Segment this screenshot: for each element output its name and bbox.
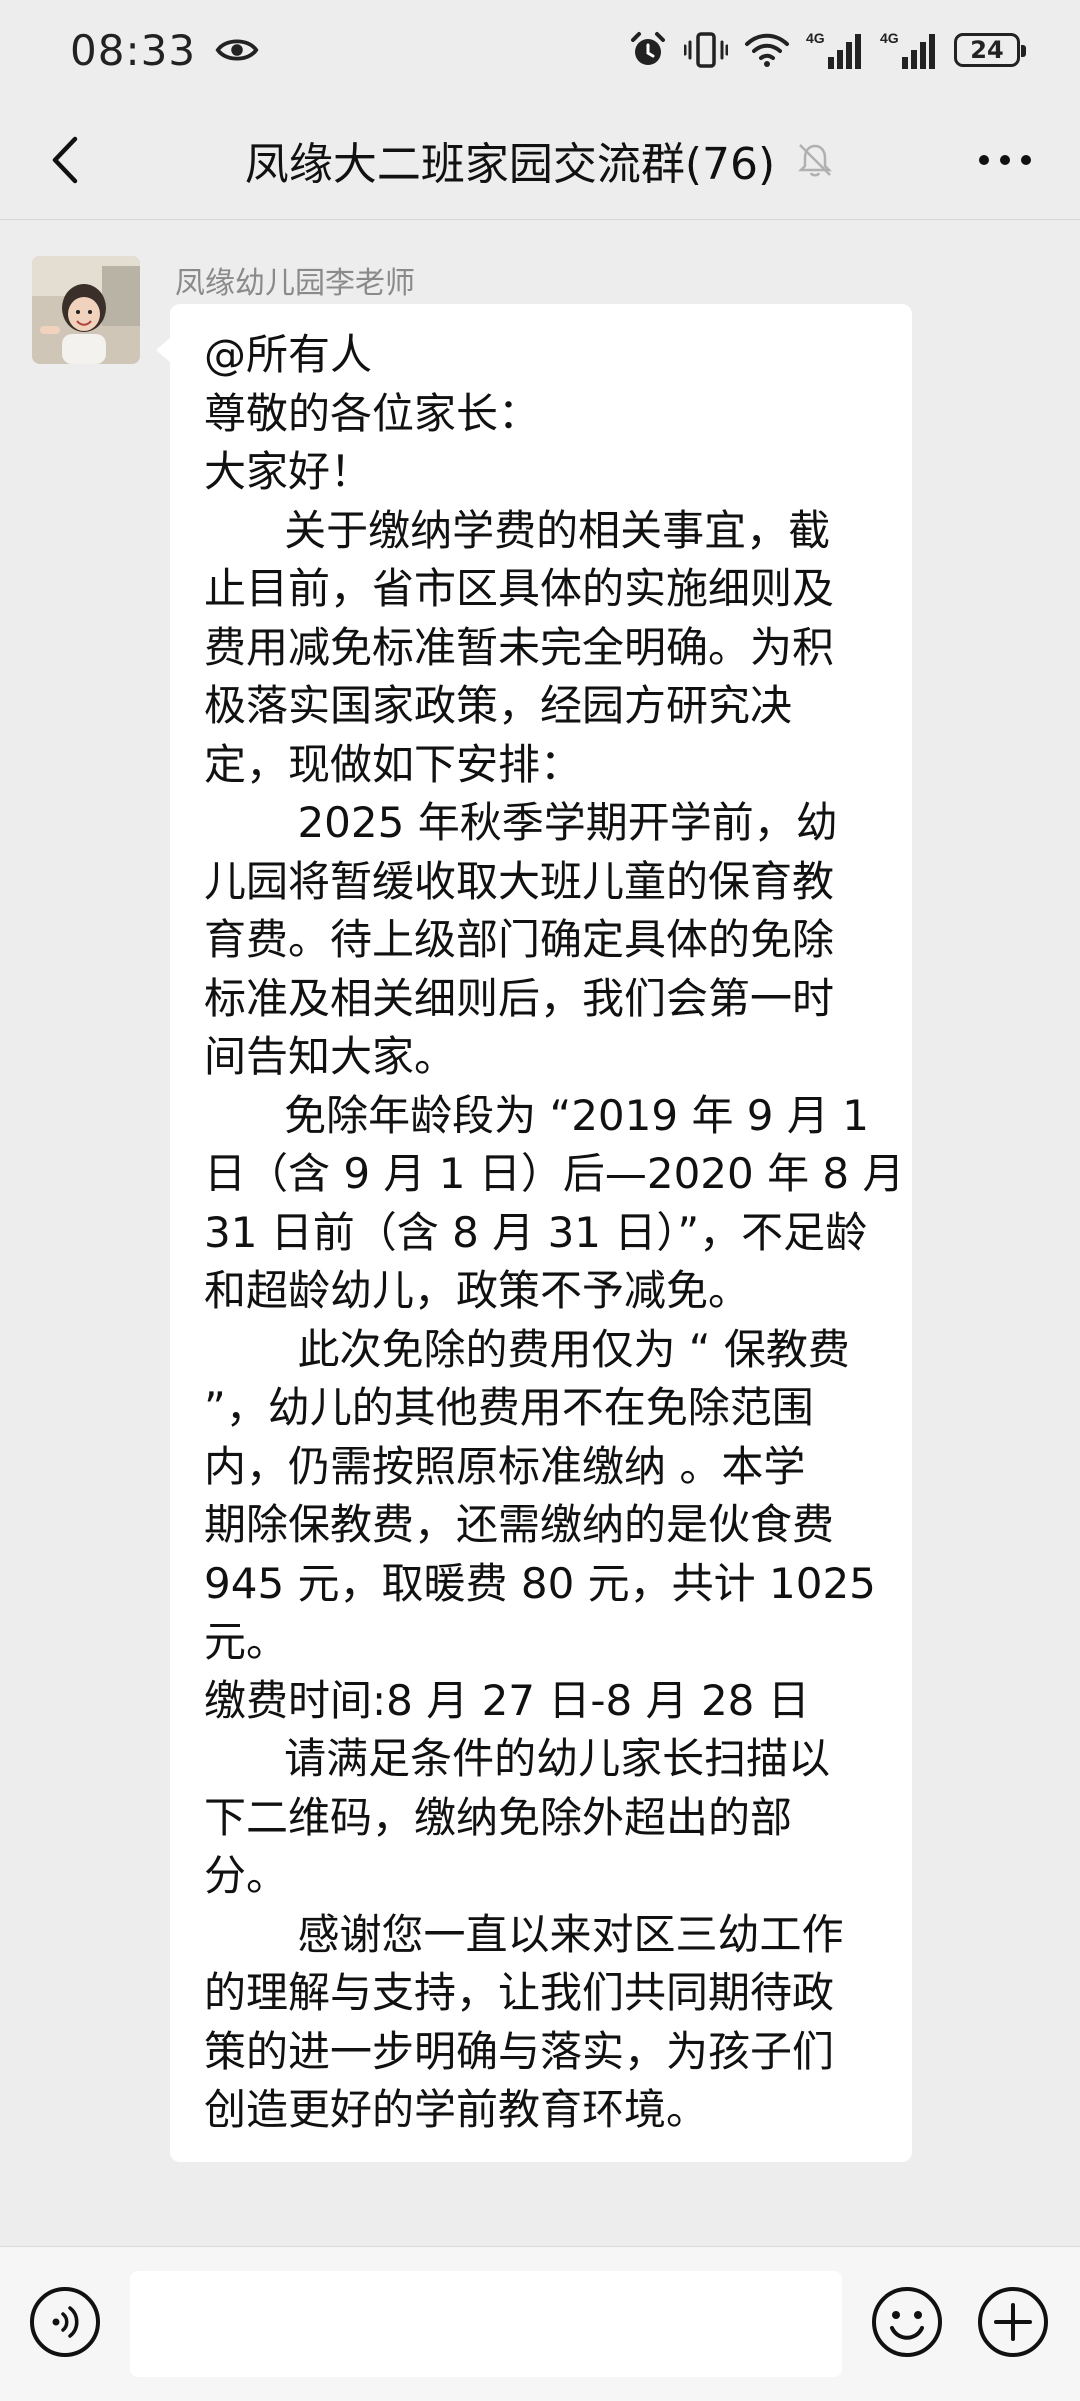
message-line: 感谢您一直以来对区三幼工作 bbox=[204, 1909, 844, 1959]
message-line: @所有人 bbox=[204, 330, 373, 379]
message-line: 下二维码，缴纳免除外超出的部 bbox=[204, 1792, 793, 1842]
battery-level: 24 bbox=[970, 36, 1004, 64]
message-line: 此次免除的费用仅为 “ 保教费 bbox=[204, 1324, 850, 1374]
message-line: 极落实国家政策，经园方研究决 bbox=[204, 681, 793, 730]
message-line: 请满足条件的幼儿家长扫描以 bbox=[204, 1734, 831, 1783]
message-line: 止目前，省市区具体的实施细则及 bbox=[204, 564, 835, 613]
message-line: 策的进一步明确与落实，为孩子们 bbox=[204, 2026, 835, 2076]
smiley-icon bbox=[872, 2287, 942, 2357]
more-button[interactable] bbox=[970, 130, 1040, 190]
wifi-icon bbox=[745, 33, 789, 67]
message-line: 期除保教费，还需缴纳的是伙食费 bbox=[204, 1500, 835, 1549]
status-bar: 08:33 4G 4G 24 bbox=[0, 0, 1080, 100]
message-line: 定，现做如下安排： bbox=[204, 739, 583, 789]
emoji-button[interactable] bbox=[870, 2285, 944, 2359]
message-line: 免除年龄段为 “2019 年 9 月 1 bbox=[204, 1090, 869, 1140]
message-line: 31 日前（含 8 月 31 日）”，不足龄 bbox=[204, 1207, 868, 1257]
voice-icon bbox=[30, 2287, 100, 2357]
message-line: ”，幼儿的其他费用不在免除范围 bbox=[204, 1383, 814, 1432]
message-line: 标准及相关细则后，我们会第一时 bbox=[204, 973, 835, 1023]
message-line: 间告知大家。 bbox=[204, 1032, 457, 1081]
message-line: 关于缴纳学费的相关事宜，截 bbox=[204, 505, 831, 555]
message-line: 945 元，取暖费 80 元，共计 1025 bbox=[204, 1558, 876, 1608]
header-divider bbox=[0, 219, 1080, 220]
more-icon bbox=[979, 155, 1031, 165]
message-bubble[interactable]: @所有人 尊敬的各位家长： 大家好！ 关于缴纳学费的相关事宜，截 止目前，省市区… bbox=[156, 304, 912, 2162]
signal-icon-2: 4G bbox=[880, 30, 935, 69]
signal-icon-1: 4G bbox=[806, 30, 861, 69]
message-line: 元。 bbox=[204, 1617, 289, 1666]
message-input[interactable] bbox=[130, 2271, 842, 2377]
message-line: 大家好！ bbox=[204, 447, 373, 496]
message-line: 日（含 9 月 1 日）后—2020 年 8 月 bbox=[204, 1149, 905, 1198]
message-line: 尊敬的各位家长： bbox=[204, 388, 541, 438]
status-icons: 4G 4G 24 bbox=[628, 29, 1026, 71]
vibrate-icon bbox=[684, 32, 728, 68]
message-line: 育费。待上级部门确定具体的免除 bbox=[204, 915, 835, 964]
plus-button[interactable] bbox=[976, 2285, 1050, 2359]
message-line: 儿园将暂缓收取大班儿童的保育教 bbox=[204, 856, 835, 906]
input-bar bbox=[0, 2246, 1080, 2401]
chat-title: 凤缘大二班家园交流群(76) bbox=[244, 139, 776, 190]
avatar[interactable] bbox=[32, 256, 140, 364]
chat-header: 凤缘大二班家园交流群(76) bbox=[0, 100, 1080, 220]
bell-off-icon bbox=[798, 144, 833, 177]
message-line: 内，仍需按照原标准缴纳 。本学 bbox=[204, 1441, 806, 1491]
message-line: 的理解与支持，让我们共同期待政 bbox=[204, 1968, 835, 2017]
svg-text:4G: 4G bbox=[880, 30, 899, 46]
status-time: 08:33 bbox=[70, 25, 197, 75]
message-line: 2025 年秋季学期开学前，幼 bbox=[204, 798, 838, 847]
sender-name: 凤缘幼儿园李老师 bbox=[175, 266, 415, 301]
message-line: 费用减免标准暂未完全明确。为积 bbox=[204, 622, 835, 672]
alarm-icon bbox=[631, 32, 665, 65]
avatar-image bbox=[32, 256, 140, 364]
svg-text:4G: 4G bbox=[806, 30, 825, 46]
message-line: 分。 bbox=[204, 1851, 289, 1900]
message-line: 缴费时间:8 月 27 日-8 月 28 日 bbox=[204, 1675, 810, 1725]
eye-icon bbox=[215, 39, 259, 61]
battery-indicator: 24 bbox=[954, 33, 1026, 67]
title-group: 凤缘大二班家园交流群(76) bbox=[0, 100, 1080, 220]
voice-button[interactable] bbox=[28, 2285, 102, 2359]
message-line: 创造更好的学前教育环境。 bbox=[204, 2085, 709, 2134]
plus-icon bbox=[978, 2287, 1048, 2357]
message-line: 和超龄幼儿，政策不予减免。 bbox=[204, 1266, 751, 1315]
